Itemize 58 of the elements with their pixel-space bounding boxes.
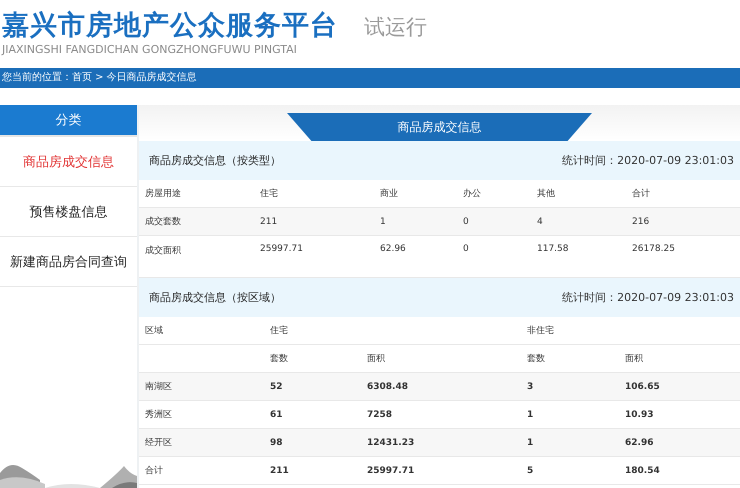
trial-label: 试运行 — [364, 14, 427, 41]
table-cell-text: 6308.48 — [367, 382, 409, 392]
table-cell-text: 12431.23 — [367, 438, 416, 448]
table-cell-text: 4 — [537, 216, 544, 226]
section-title: 商品房成交信息（按区域） — [149, 290, 281, 305]
table-cell-text: 成交套数 — [145, 216, 182, 228]
table-cell-text: 1 — [380, 216, 387, 226]
table-cell-text: 25997.71 — [260, 244, 304, 254]
table-cell-text: 52 — [270, 382, 284, 392]
table-cell-text: 1 — [527, 410, 534, 420]
table-cell-text: 1 — [527, 438, 534, 448]
table-cell-text: 南湖区 — [145, 380, 173, 393]
table-cell-text: 62.96 — [380, 244, 407, 254]
table-cell-text: 62.96 — [625, 438, 654, 448]
table-cell-text: 合计 — [145, 464, 164, 477]
table-cell-text: 98 — [270, 438, 284, 448]
table-cell-text: 5 — [527, 466, 534, 476]
stat-time: 统计时间：2020-07-09 23:01:03 — [562, 290, 734, 305]
section-tab[interactable]: 商品房成交信息 — [287, 113, 592, 141]
table-cell-text: 成交面积 — [145, 244, 182, 257]
table-cell-text: 3 — [527, 382, 534, 392]
table-cell-text: 办公 — [463, 188, 482, 200]
sidebar-item[interactable]: 商品房成交信息 — [0, 137, 137, 187]
table-cell-text: 其他 — [537, 188, 556, 200]
column-header: 套数 — [270, 352, 289, 365]
table-cell-text: 10.93 — [625, 410, 654, 420]
stat-time: 统计时间：2020-07-09 23:01:03 — [562, 153, 734, 168]
table-cell-text: 0 — [463, 244, 470, 254]
breadcrumb-bar: 您当前的位置：首页 > 今日商品房成交信息 — [0, 68, 740, 88]
table-cell-text: 180.54 — [625, 466, 661, 476]
table-cell-text: 经开区 — [145, 436, 173, 449]
table-cell-text: 25997.71 — [367, 466, 416, 476]
table-cell-text: 房屋用途 — [145, 188, 182, 200]
column-header: 面积 — [367, 353, 386, 365]
column-header: 面积 — [625, 353, 644, 365]
site-subtitle: JIAXINGSHI FANGDICHAN GONGZHONGFUWU PINGTAI — [2, 42, 298, 58]
table-cell-text: 秀洲区 — [145, 408, 173, 421]
table-cell-text: 211 — [270, 466, 290, 476]
table-cell-text: 211 — [260, 216, 278, 226]
table-cell-text: 106.65 — [625, 382, 661, 392]
table-cell-text: 61 — [270, 410, 284, 420]
table-cell-text: 0 — [463, 216, 470, 226]
column-header: 套数 — [527, 352, 546, 365]
section-title: 商品房成交信息（按类型） — [149, 153, 281, 168]
site-title: 嘉兴市房地产公众服务平台 — [2, 10, 338, 42]
column-header: 住宅 — [270, 324, 289, 337]
table-cell-text: 117.58 — [537, 244, 570, 254]
sidebar-header: 分类 — [0, 105, 137, 137]
column-header: 非住宅 — [527, 324, 555, 337]
column-header: 区域 — [145, 324, 164, 337]
table-cell-text: 合计 — [632, 188, 651, 200]
sidebar-item[interactable]: 新建商品房合同查询 — [0, 237, 137, 287]
table-cell-text: 住宅 — [260, 188, 279, 200]
table-cell-text: 216 — [632, 216, 650, 226]
sidebar-item[interactable]: 预售楼盘信息 — [0, 187, 137, 237]
table-cell-text: 7258 — [367, 410, 394, 420]
table-cell-text: 26178.25 — [632, 244, 676, 254]
table-cell-text: 商业 — [380, 188, 399, 200]
